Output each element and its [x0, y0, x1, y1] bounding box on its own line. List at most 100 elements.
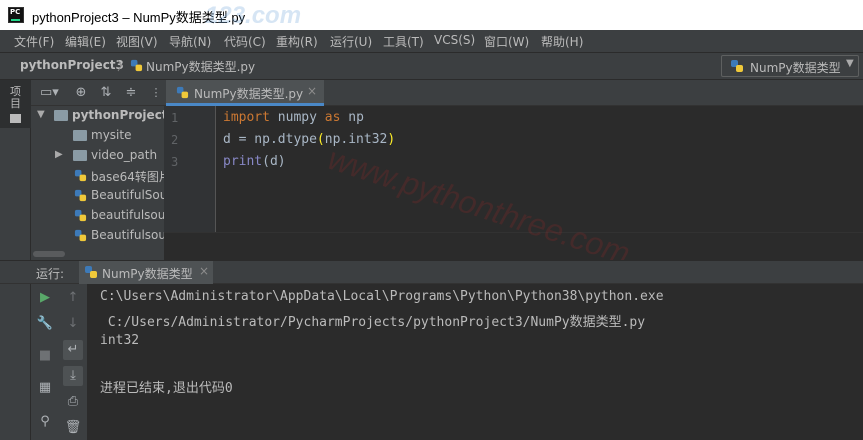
run-console[interactable]: C:\Users\Administrator\AppData\Local\Pro… [88, 284, 863, 440]
left-tool-stripe: 项目 [0, 80, 31, 260]
bottom-left-tool-stripe [0, 284, 31, 440]
scrollbar-thumb[interactable] [33, 251, 65, 257]
down-arrow-icon[interactable]: ↓ [63, 314, 83, 334]
menu-tools[interactable]: 工具(T) [383, 33, 424, 50]
keyword-token: import [223, 110, 270, 125]
run-panel-label: 运行: [36, 267, 65, 281]
pycharm-app-icon: PC [8, 7, 24, 23]
builtin-token: print [223, 154, 263, 169]
folder-icon [54, 110, 68, 121]
tree-item-label: mysite [91, 128, 132, 142]
run-tab[interactable]: NumPy数据类型 × [79, 261, 213, 284]
soft-wrap-icon[interactable]: ↵ [63, 340, 83, 360]
expand-all-icon[interactable]: ⇅ [97, 84, 115, 102]
project-panel: ▭▾ ⊕ ⇅ ≑ ⋮ ▼ pythonProject3 mysite ▶ vid… [31, 80, 164, 260]
tree-item-label: base64转图片 [91, 170, 164, 184]
tree-item[interactable]: base64转图片 [31, 166, 164, 186]
editor-gutter: 1 2 3 [164, 106, 216, 232]
chevron-down-icon: ▼ [37, 109, 45, 120]
menu-file[interactable]: 文件(F) [14, 33, 54, 50]
menu-vcs[interactable]: VCS(S) [434, 33, 475, 47]
keyword-token: as [324, 110, 341, 125]
collapse-all-icon[interactable]: ≑ [122, 84, 140, 102]
line-number: 3 [171, 155, 179, 169]
folder-icon [10, 114, 21, 123]
brace-highlight-token: ) [387, 132, 396, 147]
print-icon[interactable]: ⎙ [63, 392, 83, 412]
project-toolbar: ▭▾ ⊕ ⇅ ≑ ⋮ [31, 80, 164, 106]
horizontal-scrollbar[interactable] [31, 248, 164, 260]
run-toolbar: ▶ ↑ 🔧 ↓ ■ ↵ ⤓ ▦ ⎙ ⚲ 🗑 [31, 284, 88, 440]
tree-item-label: beautifulsoup [91, 208, 164, 222]
tree-item-label: BeautifulSou [91, 188, 164, 202]
wrench-icon[interactable]: 🔧 [35, 314, 55, 334]
code-token: d = np.dtype [223, 132, 317, 147]
python-file-icon [74, 209, 87, 222]
chevron-right-icon: ▶ [55, 149, 63, 160]
console-line: int32 [100, 333, 140, 348]
editor-tab-bar: NumPy数据类型.py × [164, 80, 863, 106]
chevron-down-icon: ▼ [846, 58, 854, 69]
breadcrumb-file[interactable]: NumPy数据类型.py [146, 58, 255, 75]
project-tab-label: 项目 [10, 85, 21, 110]
menu-view[interactable]: 视图(V) [116, 33, 158, 50]
code-token: np.int32 [324, 132, 388, 147]
python-icon [731, 60, 743, 72]
run-tab-label: NumPy数据类型 [102, 267, 193, 281]
tree-root[interactable]: ▼ pythonProject3 [31, 106, 164, 126]
tree-item[interactable]: BeautifulSou [31, 186, 164, 206]
editor-scroll-area [164, 232, 863, 260]
close-icon[interactable]: × [199, 264, 209, 278]
code-line-2: d = np.dtype(np.int32) [223, 132, 395, 147]
run-configuration-selector[interactable]: NumPy数据类型 ▼ [721, 55, 859, 77]
code-token: np [340, 110, 364, 125]
tree-item[interactable]: ▶ video_path [31, 146, 164, 166]
tree-root-label: pythonProject3 [72, 108, 164, 122]
window-title: pythonProject3 – NumPy数据类型.py [32, 10, 246, 25]
code-token: numpy [269, 110, 325, 125]
code-line-1: import numpy as np [223, 110, 364, 125]
menu-navigate[interactable]: 导航(N) [169, 33, 211, 50]
python-file-icon [176, 86, 189, 99]
rerun-icon[interactable]: ▶ [35, 288, 55, 308]
code-line-3: print(d) [223, 154, 286, 169]
run-panel-header: 运行: NumPy数据类型 × [0, 260, 863, 284]
options-icon[interactable]: ⋮ [147, 84, 164, 102]
menu-window[interactable]: 窗口(W) [484, 33, 529, 50]
breadcrumb-project[interactable]: pythonProject3 [20, 58, 124, 72]
close-icon[interactable]: × [307, 84, 317, 98]
menu-code[interactable]: 代码(C) [224, 33, 266, 50]
folder-icon [73, 150, 87, 161]
trash-icon[interactable]: 🗑 [63, 418, 83, 438]
tree-item-label: video_path [91, 148, 158, 162]
menu-bar: 文件(F) 编辑(E) 视图(V) 导航(N) 代码(C) 重构(R) 运行(U… [0, 30, 863, 52]
console-line: C:/Users/Administrator/PycharmProjects/p… [100, 315, 646, 330]
run-configuration-label: NumPy数据类型 [750, 61, 841, 75]
python-icon [85, 266, 97, 278]
tree-item[interactable]: mysite [31, 126, 164, 146]
project-tool-tab[interactable]: 项目 [0, 80, 31, 128]
up-arrow-icon[interactable]: ↑ [63, 288, 83, 308]
console-line: C:\Users\Administrator\AppData\Local\Pro… [100, 289, 664, 304]
stop-icon[interactable]: ■ [35, 346, 55, 366]
menu-refactor[interactable]: 重构(R) [276, 33, 318, 50]
menu-run[interactable]: 运行(U) [330, 33, 372, 50]
code-editor[interactable]: import numpy as np d = np.dtype(np.int32… [217, 106, 863, 232]
line-number: 2 [171, 133, 179, 147]
menu-help[interactable]: 帮助(H) [541, 33, 583, 50]
menu-edit[interactable]: 编辑(E) [65, 33, 106, 50]
folder-icon [73, 130, 87, 141]
line-number: 1 [171, 111, 179, 125]
locate-target-icon[interactable]: ⊕ [72, 84, 90, 102]
navigation-bar: pythonProject3 〉 NumPy数据类型.py NumPy数据类型 … [0, 52, 863, 80]
tree-item[interactable]: Beautifulsoup [31, 226, 164, 246]
tree-item[interactable]: beautifulsoup [31, 206, 164, 226]
python-file-icon [74, 189, 87, 202]
editor-tab-active[interactable]: NumPy数据类型.py × [166, 80, 324, 106]
tree-item-label: Beautifulsoup [91, 228, 164, 242]
code-token: (d) [262, 154, 286, 169]
project-view-dropdown-icon[interactable]: ▭▾ [40, 84, 59, 102]
scroll-to-end-icon[interactable]: ⤓ [63, 366, 83, 386]
pin-icon[interactable]: ⚲ [35, 412, 55, 432]
layout-icon[interactable]: ▦ [35, 378, 55, 398]
